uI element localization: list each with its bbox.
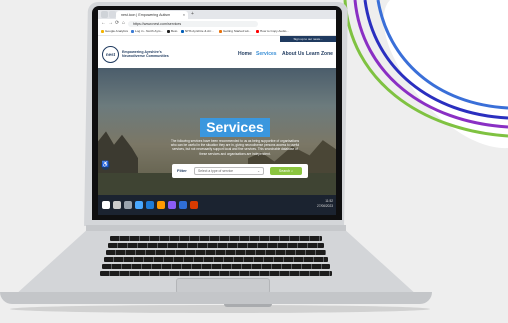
nav-home[interactable]: Home [238, 51, 252, 57]
nav-services[interactable]: Services [256, 51, 277, 57]
bookmark-label: Log in - North Ayrs... [135, 29, 164, 33]
tagline-line-2: Neurodiverse Communities [122, 54, 169, 59]
search-icon[interactable] [113, 201, 121, 209]
screen: nest.icon | Empowering Autism × + ← → ⟳ … [98, 10, 336, 215]
window-menu-icon[interactable] [101, 11, 108, 18]
bookmark-label: How to Copy Audio... [260, 29, 289, 33]
bookmark-favicon-icon [219, 29, 222, 33]
nav-learn-zone[interactable]: Learn Zone [306, 51, 333, 57]
service-type-placeholder: Select a type of service [198, 169, 234, 173]
key-row [108, 243, 324, 248]
bookmark-label: Beto [171, 29, 178, 33]
bookmark-favicon-icon [181, 29, 184, 33]
browser-tab[interactable]: nest.icon | Empowering Autism × [116, 11, 188, 19]
key-row [100, 271, 332, 276]
store-icon[interactable] [157, 201, 165, 209]
bookmark-favicon-icon [101, 29, 104, 33]
hero-section: Services The following services have bee… [98, 68, 336, 195]
bookmark-item[interactable]: Log in - North Ayrs... [131, 28, 163, 35]
hero-description: The following services have been recomme… [170, 139, 300, 156]
edge-icon[interactable] [146, 201, 154, 209]
keyboard [100, 235, 332, 276]
laptop-hinge [86, 225, 346, 231]
bookmark-favicon-icon [167, 29, 170, 33]
nest-logo[interactable]: nest [102, 46, 119, 63]
task-view-icon[interactable] [124, 201, 132, 209]
service-type-select[interactable]: Select a type of service ⌄ [194, 167, 264, 175]
accessibility-icon[interactable]: ♿ [101, 161, 110, 170]
start-icon[interactable] [102, 201, 110, 209]
url-field[interactable]: https://www.nest.com/services [128, 20, 258, 27]
tab-close-icon[interactable]: × [183, 11, 185, 19]
key-row [110, 236, 322, 241]
bookmark-label: NHS Ayrshire & Arr... [185, 29, 214, 33]
forward-icon[interactable]: → [108, 19, 113, 28]
new-tab-icon[interactable]: + [191, 10, 194, 19]
browser-tab-bar: nest.icon | Empowering Autism × + [98, 10, 336, 19]
taskbar-date: 27/06/2023 [317, 204, 333, 208]
site-header: nest Empowering Ayrshire's Neurodiverse … [98, 42, 336, 68]
chevron-down-icon: ⌄ [257, 169, 260, 173]
bookmark-item[interactable]: How to Copy Audio... [256, 28, 289, 35]
system-tray-clock[interactable]: 11:52 27/06/2023 [317, 199, 333, 209]
filter-label: Filter [177, 168, 187, 173]
site-tagline: Empowering Ayrshire's Neurodiverse Commu… [122, 50, 169, 59]
filter-bar: Filter Select a type of service ⌄ Search… [172, 164, 308, 178]
key-row [104, 257, 328, 262]
laptop-shadow [10, 305, 430, 313]
bookmark-item[interactable]: NHS Ayrshire & Arr... [181, 28, 214, 35]
file-explorer-icon[interactable] [168, 201, 176, 209]
reload-icon[interactable]: ⟳ [115, 19, 119, 28]
bookmark-favicon-icon [131, 29, 134, 33]
widgets-icon[interactable] [135, 201, 143, 209]
back-icon[interactable]: ← [101, 19, 106, 28]
bookmark-item[interactable]: Getting Started wit... [219, 28, 251, 35]
key-row [106, 250, 326, 255]
bookmarks-bar: Google Analytics Log in - North Ayrs... Be… [98, 28, 336, 36]
bookmark-label: Google Analytics [105, 29, 129, 33]
laptop-front-edge [0, 292, 432, 304]
page-title: Services [200, 118, 270, 137]
bookmark-favicon-icon [256, 29, 259, 33]
bookmark-item[interactable]: Google Analytics [101, 28, 128, 35]
laptop-notch [224, 304, 272, 307]
bookmark-item[interactable]: Beto [167, 28, 177, 35]
tab-title: nest.icon | Empowering Autism [121, 13, 171, 17]
tab-actions-icon[interactable] [109, 11, 116, 18]
home-icon[interactable]: ⌂ [122, 19, 125, 28]
key-row [102, 264, 330, 269]
windows-taskbar: 11:52 27/06/2023 [98, 195, 336, 215]
search-button[interactable]: Search ⌕ [270, 167, 302, 175]
nav-about-us[interactable]: About Us [282, 51, 304, 57]
mail-icon[interactable] [179, 201, 187, 209]
bookmark-label: Getting Started wit... [223, 29, 252, 33]
office-icon[interactable] [190, 201, 198, 209]
